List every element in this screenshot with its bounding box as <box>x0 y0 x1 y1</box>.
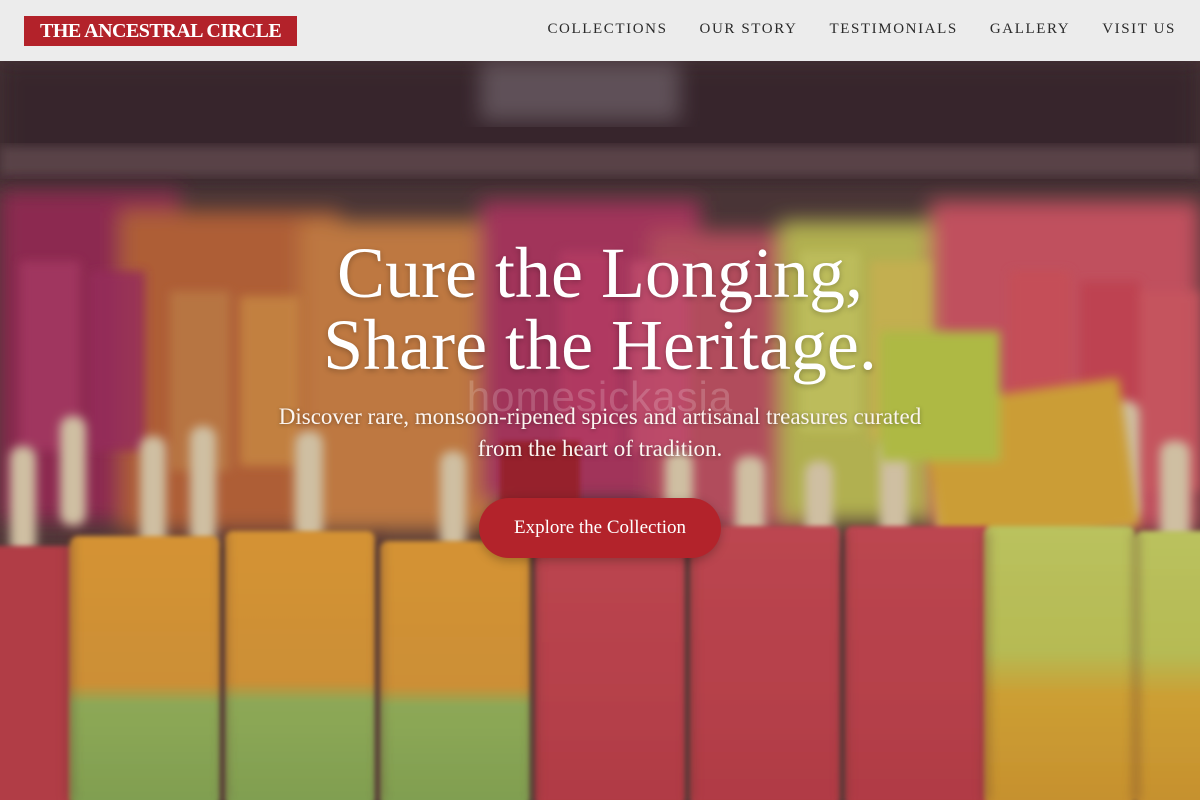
nav-link-collections[interactable]: COLLECTIONS <box>547 21 667 38</box>
hero-subtitle-line-2: from the heart of tradition. <box>477 436 723 461</box>
hero-section: homesickasia Cure the Longing, Share the… <box>0 61 1200 800</box>
hero-headline-line-2: Share the Heritage. <box>323 305 877 385</box>
nav-link-gallery[interactable]: GALLERY <box>990 21 1070 38</box>
hero-subtitle: Discover rare, monsoon-ripened spices an… <box>230 401 970 465</box>
brand-logo[interactable]: THE ANCESTRAL CIRCLE <box>24 15 298 46</box>
top-navbar: THE ANCESTRAL CIRCLE COLLECTIONS OUR STO… <box>0 0 1200 61</box>
explore-collection-button[interactable]: Explore the Collection <box>479 498 721 558</box>
landing-page: THE ANCESTRAL CIRCLE COLLECTIONS OUR STO… <box>0 0 1200 800</box>
main-nav: COLLECTIONS OUR STORY TESTIMONIALS GALLE… <box>515 21 1176 38</box>
nav-link-our-story[interactable]: OUR STORY <box>700 21 798 38</box>
nav-link-testimonials[interactable]: TESTIMONIALS <box>829 21 957 38</box>
hero-content: Cure the Longing, Share the Heritage. Di… <box>0 61 1200 800</box>
hero-headline: Cure the Longing, Share the Heritage. <box>150 237 1050 381</box>
hero-subtitle-line-1: Discover rare, monsoon-ripened spices an… <box>278 404 922 429</box>
nav-link-visit-us[interactable]: VISIT US <box>1102 21 1176 38</box>
hero-headline-line-1: Cure the Longing, <box>337 233 863 313</box>
